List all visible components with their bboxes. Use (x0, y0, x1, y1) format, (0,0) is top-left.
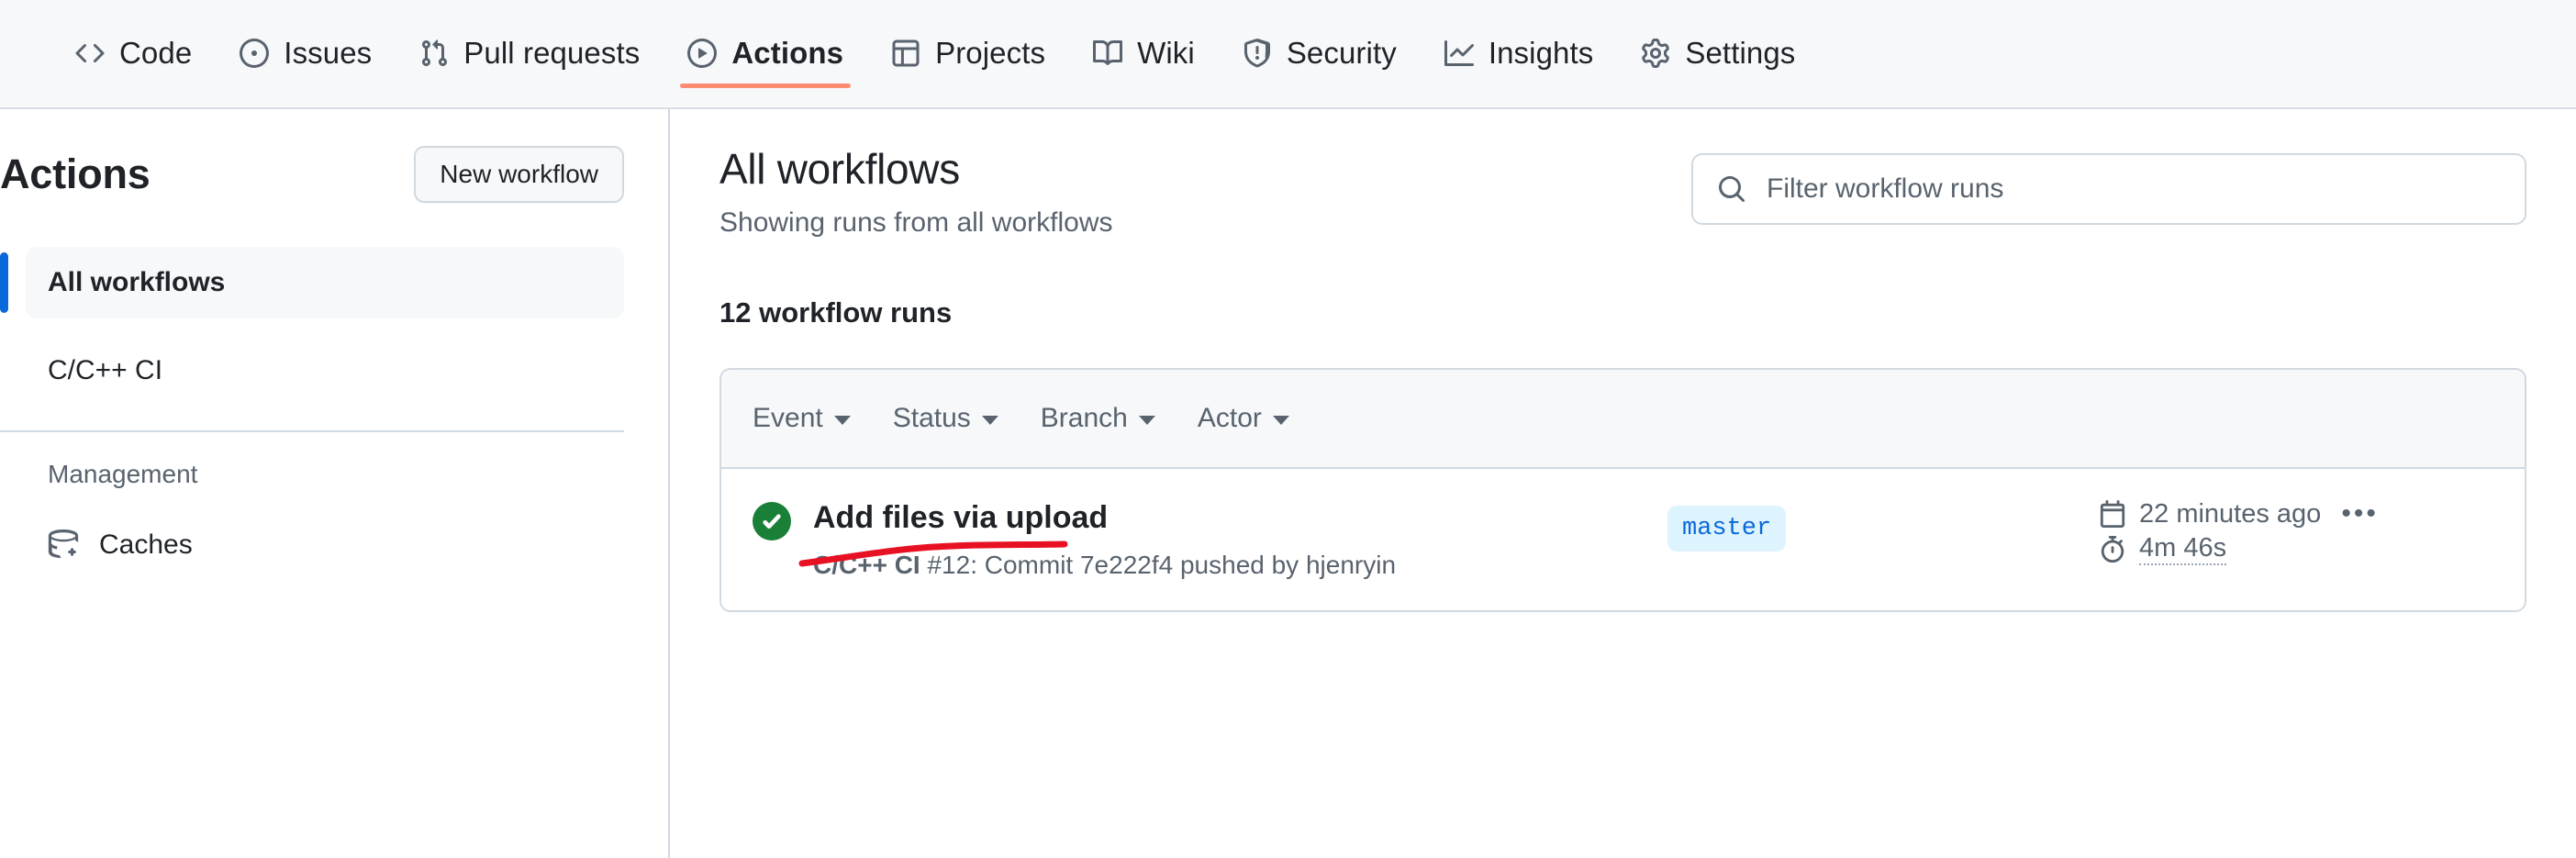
tab-insights[interactable]: Insights (1421, 13, 1618, 88)
workflow-list: All workflows C/C++ CI (0, 247, 624, 407)
tab-label: Wiki (1137, 36, 1195, 70)
table-icon (891, 39, 920, 68)
stopwatch-icon (2099, 535, 2126, 563)
chevron-down-icon (1138, 416, 1155, 425)
filter-label: Actor (1197, 403, 1262, 433)
tab-actions[interactable]: Actions (664, 13, 867, 88)
main-header-text: All workflows Showing runs from all work… (719, 142, 1112, 243)
tab-label: Settings (1685, 36, 1796, 70)
run-branch-cell: master (1667, 498, 2099, 552)
sidebar-item-all-workflows[interactable]: All workflows (0, 247, 624, 318)
active-tab-underline (680, 84, 852, 88)
run-timestamp-line: 22 minutes ago ••• (2099, 498, 2493, 529)
issue-icon (240, 39, 270, 68)
runs-filter-toolbar: Event Status Branch Actor (721, 370, 2525, 469)
run-workflow-name: C/C++ CI (813, 551, 920, 579)
list-spacer (0, 318, 624, 335)
tab-label: Insights (1488, 36, 1594, 70)
page-body: Actions New workflow All workflows C/C++… (0, 109, 2576, 858)
run-detail: #12: Commit 7e222f4 pushed by hjenryin (927, 551, 1397, 579)
new-workflow-button[interactable]: New workflow (414, 146, 624, 203)
main-header: All workflows Showing runs from all work… (719, 142, 2526, 243)
page-title: All workflows (719, 145, 960, 193)
run-duration-line: 4m 46s (2099, 533, 2493, 565)
filter-event-dropdown[interactable]: Event (753, 403, 851, 434)
run-more-options-button[interactable]: ••• (2341, 498, 2379, 529)
main-content: All workflows Showing runs from all work… (670, 109, 2576, 858)
book-icon (1093, 39, 1123, 68)
branch-badge[interactable]: master (1667, 506, 1787, 552)
code-icon (75, 39, 105, 68)
calendar-icon (2099, 500, 2126, 528)
run-subtitle: C/C++ CI #12: Commit 7e222f4 pushed by h… (813, 548, 1667, 583)
filter-label: Status (892, 403, 971, 433)
filter-status-dropdown[interactable]: Status (893, 403, 998, 434)
sidebar-item-label: Caches (99, 529, 193, 560)
table-row[interactable]: Add files via upload C/C++ CI #12: Commi… (721, 469, 2525, 610)
tab-code[interactable]: Code (51, 13, 216, 88)
chevron-down-icon (1272, 416, 1289, 425)
git-pull-request-icon (419, 39, 449, 68)
filter-workflow-runs-field[interactable] (1691, 153, 2526, 225)
management-list: Caches (0, 509, 624, 581)
tab-label: Security (1286, 36, 1397, 70)
run-meta-cell: 22 minutes ago ••• 4m 46s (2099, 498, 2493, 565)
repo-nav-bar: Code Issues Pull requests Actions Projec… (0, 0, 2576, 109)
sidebar-header: Actions New workflow (0, 146, 624, 203)
sidebar-item-c-cpp-ci[interactable]: C/C++ CI (26, 335, 624, 407)
chevron-down-icon (833, 416, 851, 425)
shield-icon (1243, 39, 1272, 68)
sidebar-item-caches[interactable]: Caches (26, 509, 624, 581)
workflow-runs-count: 12 workflow runs (719, 296, 953, 329)
tab-wiki[interactable]: Wiki (1069, 13, 1219, 88)
workflow-runs-table: Event Status Branch Actor Add files via … (719, 368, 2526, 612)
chevron-down-icon (981, 416, 998, 425)
sidebar-item-label: C/C++ CI (48, 355, 163, 385)
cache-icon (48, 529, 79, 561)
tab-projects[interactable]: Projects (867, 13, 1069, 88)
tab-label: Issues (284, 36, 373, 70)
tab-settings[interactable]: Settings (1617, 13, 1819, 88)
tab-label: Code (119, 36, 193, 70)
sidebar-divider (0, 430, 624, 432)
play-icon (687, 39, 718, 68)
sidebar-section-management: Management (48, 460, 198, 488)
search-input[interactable] (1767, 173, 2501, 205)
filter-label: Branch (1040, 403, 1128, 433)
run-duration: 4m 46s (2139, 533, 2227, 565)
filter-label: Event (753, 403, 823, 433)
actions-sidebar: Actions New workflow All workflows C/C++… (0, 109, 670, 858)
run-timestamp: 22 minutes ago (2139, 498, 2322, 529)
tab-label: Pull requests (463, 36, 641, 70)
tab-label: Actions (731, 36, 844, 70)
gear-icon (1641, 39, 1670, 68)
sidebar-item-label: All workflows (48, 267, 226, 297)
graph-icon (1444, 39, 1474, 68)
sidebar-title: Actions (0, 150, 151, 197)
tab-label: Projects (935, 36, 1046, 70)
tab-pull-requests[interactable]: Pull requests (396, 13, 664, 88)
search-icon (1717, 174, 1746, 204)
tab-security[interactable]: Security (1219, 13, 1421, 88)
run-title-link[interactable]: Add files via upload (813, 498, 1108, 537)
filter-actor-dropdown[interactable]: Actor (1198, 403, 1289, 434)
page-subtitle: Showing runs from all workflows (719, 207, 1113, 238)
success-check-icon (753, 502, 791, 540)
run-main: Add files via upload C/C++ CI #12: Commi… (798, 498, 1667, 583)
filter-branch-dropdown[interactable]: Branch (1041, 403, 1155, 434)
tab-issues[interactable]: Issues (216, 13, 396, 88)
